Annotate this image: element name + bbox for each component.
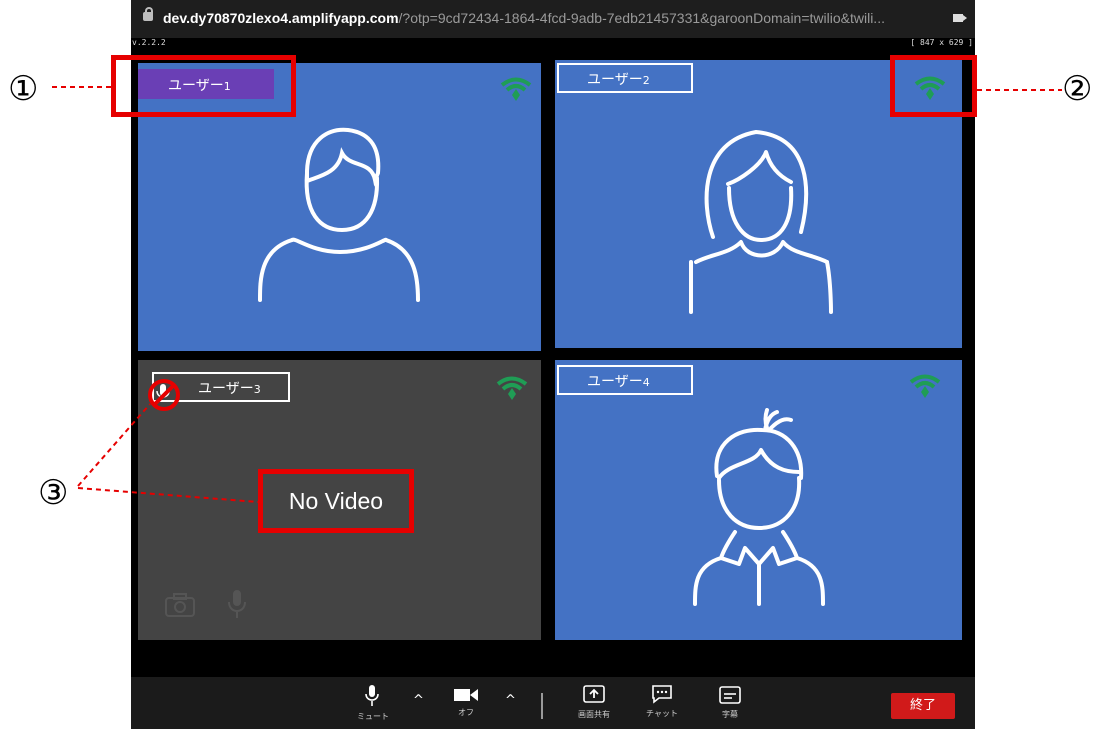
callout-1: ①	[8, 69, 39, 109]
annotation-leader-lines	[52, 86, 1062, 503]
callout-2: ②	[1062, 69, 1093, 109]
callout-3: ③	[38, 473, 69, 513]
